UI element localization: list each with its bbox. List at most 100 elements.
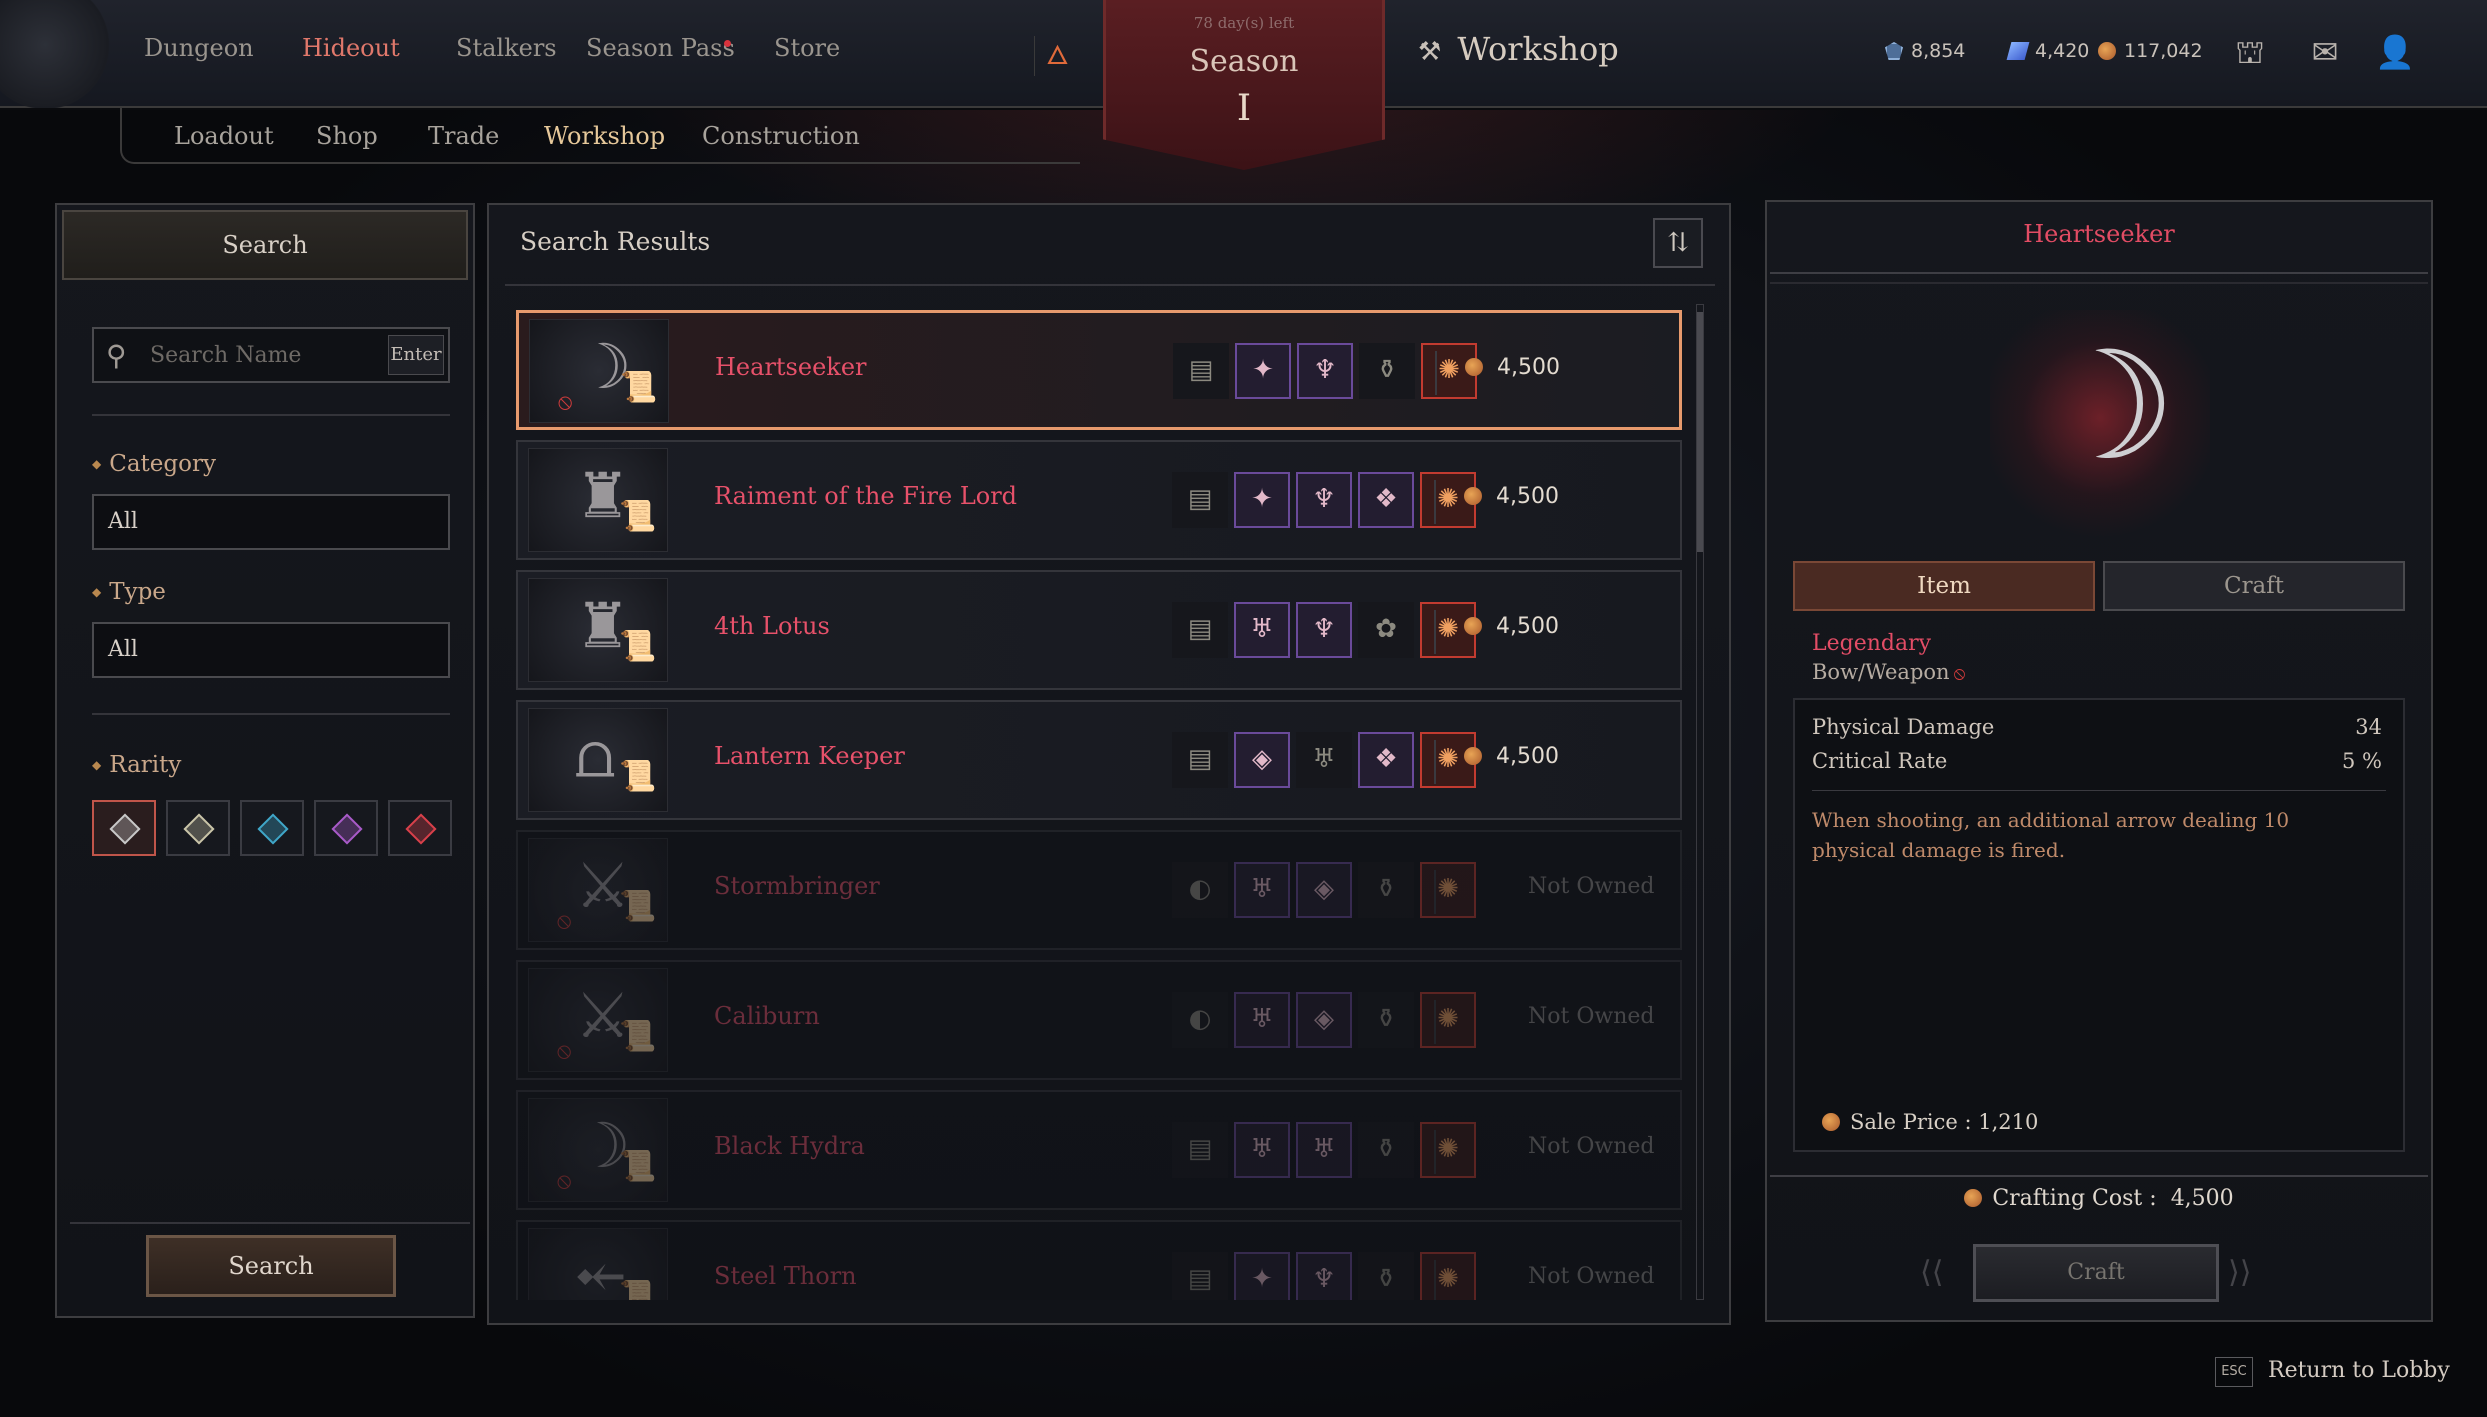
material-slot[interactable]: ▤ bbox=[1173, 343, 1229, 399]
search-button[interactable]: Search bbox=[146, 1235, 396, 1297]
top-nav-hideout[interactable]: Hideout bbox=[302, 34, 400, 62]
wing-right-icon: ⟩⟩ bbox=[2228, 1255, 2252, 1290]
material-slot[interactable]: ⚱ bbox=[1358, 992, 1414, 1048]
material-slot[interactable]: ▤ bbox=[1172, 602, 1228, 658]
top-nav-season-pass[interactable]: Season Pass bbox=[586, 34, 735, 62]
tab-workshop[interactable]: Workshop bbox=[544, 122, 665, 150]
material-slot[interactable]: ✺ bbox=[1420, 1122, 1476, 1178]
material-slot[interactable]: ✺ bbox=[1420, 992, 1476, 1048]
material-slot[interactable]: ✦ bbox=[1234, 1252, 1290, 1300]
season-banner[interactable]: 78 day(s) left Season I bbox=[1103, 0, 1385, 170]
sort-button[interactable]: ⇅ bbox=[1653, 218, 1703, 268]
top-nav-store[interactable]: Store bbox=[774, 34, 840, 62]
material-slot[interactable]: ✿ bbox=[1358, 602, 1414, 658]
material-slot[interactable]: ♅ bbox=[1234, 1122, 1290, 1178]
price-divider bbox=[1435, 351, 1437, 395]
material-slot[interactable]: ❖ bbox=[1358, 472, 1414, 528]
item-thumbnail: ⩍ 📜 bbox=[528, 708, 668, 812]
tab-trade[interactable]: Trade bbox=[428, 122, 499, 150]
material-slot[interactable]: ♅ bbox=[1234, 602, 1290, 658]
type-select[interactable]: All bbox=[92, 622, 450, 678]
result-row[interactable]: ♜ 📜 Raiment of the Fire Lord ▤ ✦ ♆ ❖ ✺ 4,500 bbox=[516, 440, 1682, 560]
results-list[interactable]: ☽ 📜 ⦸ Heartseeker ▤ ✦ ♆ ⚱ ✺ 4,500 ♜ 📜 Raiment of the… bbox=[514, 310, 1684, 1300]
material-slot[interactable]: ♆ bbox=[1296, 472, 1352, 528]
material-slot[interactable]: ✦ bbox=[1234, 472, 1290, 528]
rarity-uncommon-button[interactable] bbox=[166, 800, 230, 856]
material-slot[interactable]: ▤ bbox=[1172, 1252, 1228, 1300]
material-slot[interactable]: ▤ bbox=[1172, 732, 1228, 788]
anvil-icon: ⚒ bbox=[1418, 37, 1442, 67]
results-scrollbar-thumb[interactable] bbox=[1697, 312, 1703, 552]
friends-icon[interactable]: 👤 bbox=[2373, 30, 2417, 74]
type-label: ◆ Type bbox=[92, 579, 166, 605]
mail-icon[interactable]: ✉ bbox=[2303, 30, 2347, 74]
material-slot[interactable]: ♅ bbox=[1296, 732, 1352, 788]
rarity-rare-button[interactable] bbox=[240, 800, 304, 856]
material-slot[interactable]: ✺ bbox=[1420, 1252, 1476, 1300]
result-row[interactable]: ♜ 📜 4th Lotus ▤ ♅ ♆ ✿ ✺ 4,500 bbox=[516, 570, 1682, 690]
page-title-text: Workshop bbox=[1457, 30, 1619, 68]
material-slot[interactable]: ❖ bbox=[1358, 732, 1414, 788]
result-row[interactable]: ⩍ 📜 Lantern Keeper ▤ ◈ ♅ ❖ ✺ 4,500 bbox=[516, 700, 1682, 820]
enter-button[interactable]: Enter bbox=[388, 335, 444, 375]
craft-button[interactable]: Craft bbox=[1973, 1244, 2219, 1302]
tab-item[interactable]: Item bbox=[1793, 561, 2095, 611]
material-slot[interactable]: ✦ bbox=[1235, 343, 1291, 399]
gold-coin-icon bbox=[1464, 487, 1482, 505]
recipe-scroll-icon: 📜 bbox=[619, 1149, 657, 1184]
rarity-epic-button[interactable] bbox=[314, 800, 378, 856]
material-slot[interactable]: ♆ bbox=[1296, 1252, 1352, 1300]
material-slot[interactable]: ♅ bbox=[1234, 862, 1290, 918]
result-row[interactable]: ⚔ 📜 ⦸ Caliburn ◐ ♅ ◈ ⚱ ✺ Not Owned bbox=[516, 960, 1682, 1080]
material-slot[interactable]: ⚱ bbox=[1358, 862, 1414, 918]
rarity-legendary-button[interactable] bbox=[388, 800, 452, 856]
material-slot[interactable]: ⚱ bbox=[1358, 1252, 1414, 1300]
item-thumbnail: ♜ 📜 bbox=[528, 578, 668, 682]
rarity-all-button[interactable] bbox=[92, 800, 156, 856]
material-slot[interactable]: ♆ bbox=[1296, 602, 1352, 658]
result-row[interactable]: ⤝ 📜 Steel Thorn ▤ ✦ ♆ ⚱ ✺ Not Owned bbox=[516, 1220, 1682, 1300]
material-slot[interactable]: ▤ bbox=[1172, 1122, 1228, 1178]
material-slot[interactable]: ◐ bbox=[1172, 992, 1228, 1048]
currency-gold: 117,042 bbox=[2098, 40, 2203, 62]
tab-shop[interactable]: Shop bbox=[316, 122, 378, 150]
result-row[interactable]: ⚔ 📜 ⦸ Stormbringer ◐ ♅ ◈ ⚱ ✺ Not Owned bbox=[516, 830, 1682, 950]
material-slot[interactable]: ◐ bbox=[1172, 862, 1228, 918]
material-slot[interactable]: ♆ bbox=[1297, 343, 1353, 399]
result-row[interactable]: ☽ 📜 ⦸ Heartseeker ▤ ✦ ♆ ⚱ ✺ 4,500 bbox=[516, 310, 1682, 430]
recipe-scroll-icon: 📜 bbox=[619, 1279, 657, 1300]
material-slot[interactable]: ♅ bbox=[1296, 1122, 1352, 1178]
tab-craft[interactable]: Craft bbox=[2103, 561, 2405, 611]
diamond-bullet-icon: ◆ bbox=[92, 758, 102, 772]
tab-construction[interactable]: Construction bbox=[702, 122, 860, 150]
material-slot[interactable]: ◈ bbox=[1296, 992, 1352, 1048]
material-slot[interactable]: ⚱ bbox=[1359, 343, 1415, 399]
item-name: Black Hydra bbox=[714, 1132, 865, 1160]
item-name: Lantern Keeper bbox=[714, 742, 905, 770]
return-to-lobby-button[interactable]: Return to Lobby bbox=[2268, 1358, 2450, 1383]
result-row[interactable]: ☽ 📜 ⦸ Black Hydra ▤ ♅ ♅ ⚱ ✺ Not Owned bbox=[516, 1090, 1682, 1210]
sale-price-text: Sale Price : 1,210 bbox=[1850, 1110, 2039, 1134]
top-nav-stalkers[interactable]: Stalkers bbox=[456, 34, 557, 62]
item-thumbnail: ⚔ 📜 ⦸ bbox=[528, 838, 668, 942]
esc-key-hint[interactable]: ESC bbox=[2215, 1357, 2253, 1387]
bow-icon: ☽ bbox=[2042, 320, 2177, 494]
search-icon: ⚲ bbox=[106, 339, 127, 372]
material-slot[interactable]: ♅ bbox=[1234, 992, 1290, 1048]
material-slot[interactable]: ⚱ bbox=[1358, 1122, 1414, 1178]
category-select[interactable]: All bbox=[92, 494, 450, 550]
top-nav-dungeon[interactable]: Dungeon bbox=[144, 34, 254, 62]
search-name-input[interactable] bbox=[150, 329, 380, 381]
material-slot[interactable]: ▤ bbox=[1172, 472, 1228, 528]
material-slot[interactable]: ◈ bbox=[1234, 732, 1290, 788]
flame-icon[interactable]: 🜂 bbox=[1034, 36, 1080, 76]
currency-gold-value: 117,042 bbox=[2124, 40, 2203, 62]
results-title: Search Results bbox=[520, 227, 711, 256]
search-name-field[interactable]: ⚲ Enter bbox=[92, 327, 450, 383]
treasure-chest-icon[interactable]: ⛫ bbox=[2228, 30, 2272, 74]
material-slot[interactable]: ✺ bbox=[1420, 862, 1476, 918]
material-slot[interactable]: ◈ bbox=[1296, 862, 1352, 918]
item-name: Raiment of the Fire Lord bbox=[714, 482, 1018, 510]
item-thumbnail: ⤝ 📜 bbox=[528, 1228, 668, 1300]
tab-loadout[interactable]: Loadout bbox=[174, 122, 274, 150]
